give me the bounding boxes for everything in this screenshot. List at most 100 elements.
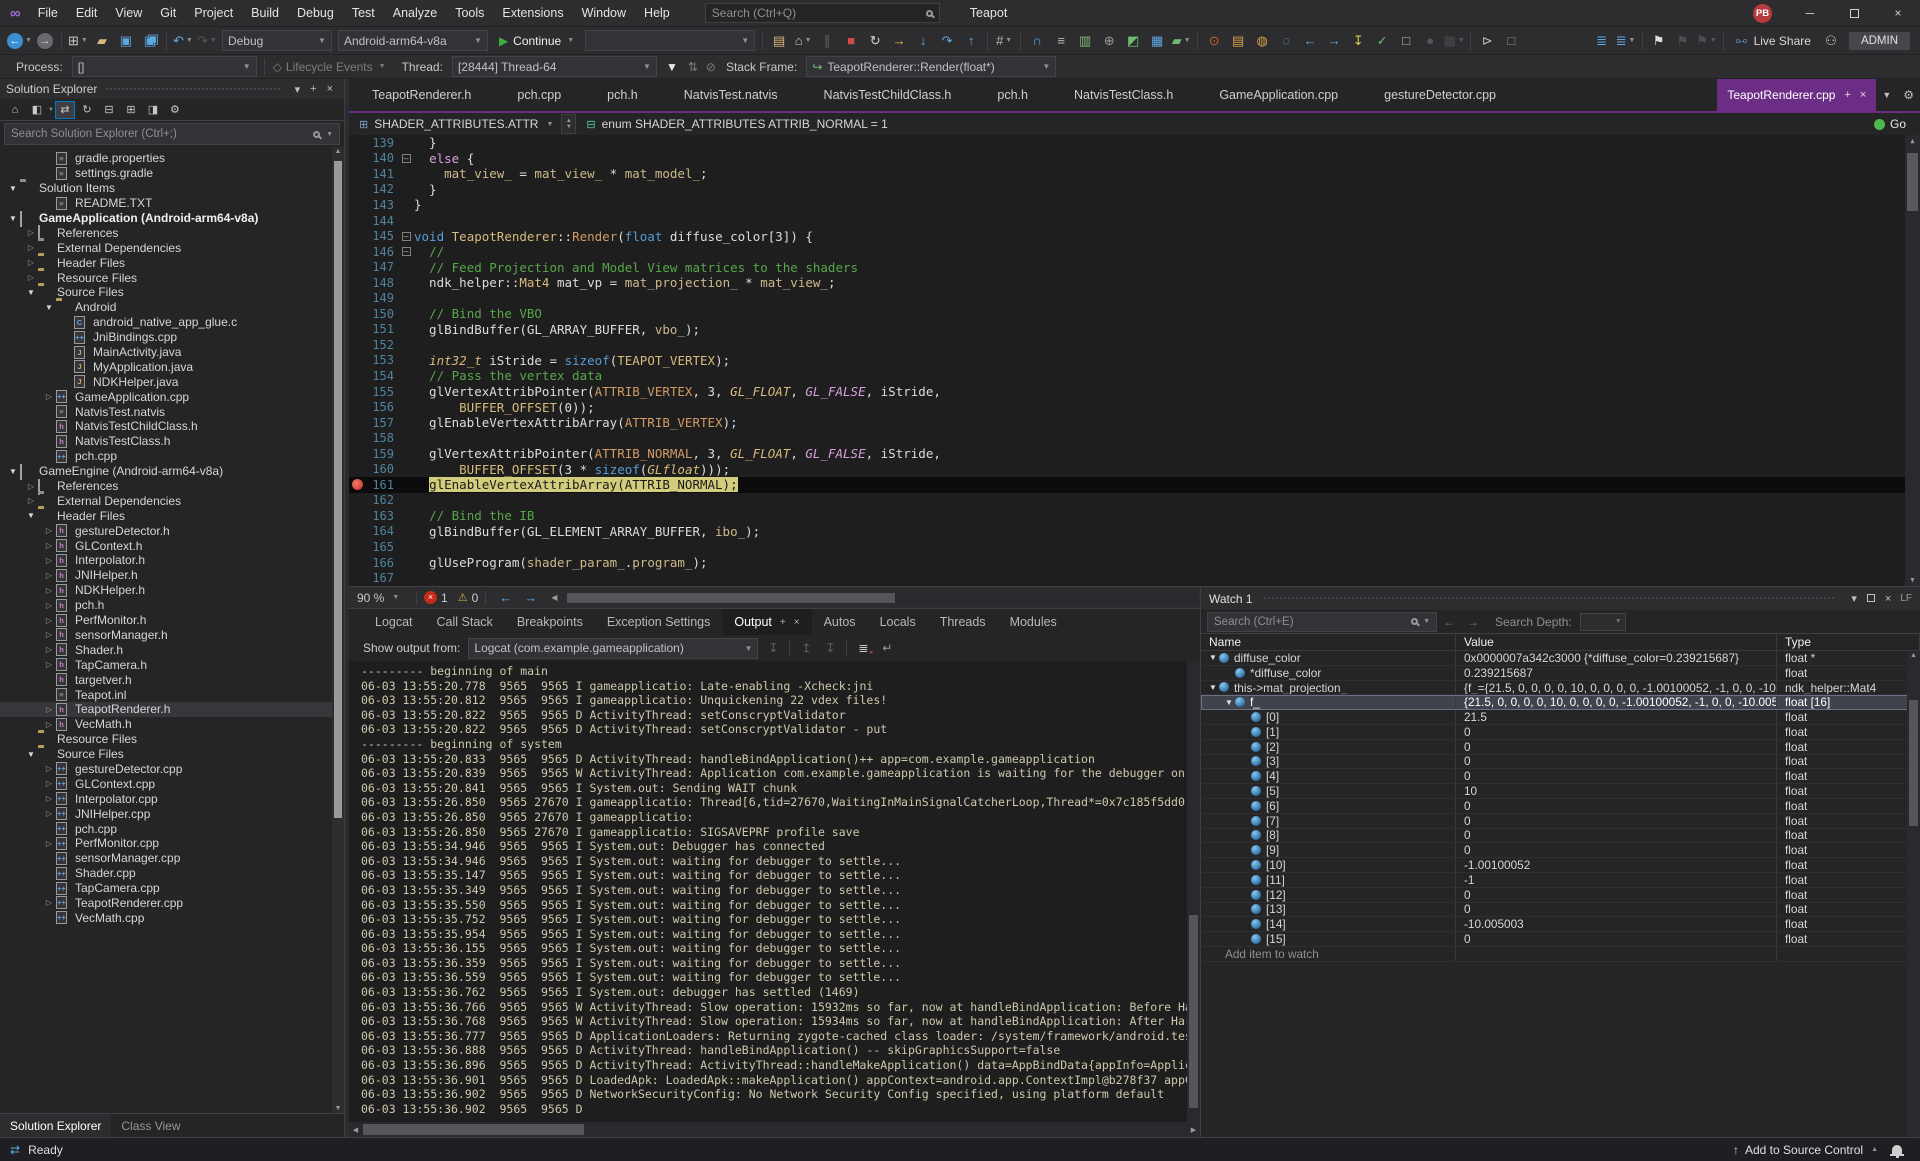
code-line[interactable]: 144	[349, 213, 1920, 229]
code-editor[interactable]: 139 } 140– else {141 mat_view_ = mat_view…	[349, 135, 1920, 586]
account-avatar[interactable]: PB	[1753, 3, 1772, 23]
code-line[interactable]: 166 glUseProgram(shader_param_.program_)…	[349, 555, 1920, 571]
tree-expander-icon[interactable]: ▷	[24, 496, 38, 505]
tree-item[interactable]: ++ JniBindings.cpp	[0, 330, 344, 345]
close-icon[interactable]: ×	[322, 83, 338, 95]
warning-icon[interactable]: ⚠	[458, 591, 468, 604]
solution-platforms-combo[interactable]: Android-arm64-v8a ▼	[337, 30, 488, 51]
tree-item[interactable]: ▷ h NDKHelper.h	[0, 583, 344, 598]
feedback-person-icon[interactable]: ⚇	[1820, 30, 1842, 52]
breakpoint-icon[interactable]	[352, 479, 363, 491]
watch-add-label[interactable]: Add item to watch	[1201, 946, 1456, 961]
tree-item[interactable]: ▷ h pch.h	[0, 598, 344, 613]
menu-build[interactable]: Build	[242, 0, 288, 26]
watch-row[interactable]: [5] 10 float	[1201, 784, 1920, 799]
restart-icon[interactable]: ↻	[864, 30, 886, 52]
tree-item[interactable]: ▷ h TapCamera.h	[0, 657, 344, 672]
refresh-icon[interactable]: ↻	[77, 101, 97, 119]
stop-debugging-icon[interactable]: ■	[840, 30, 862, 52]
code-line[interactable]: 167	[349, 570, 1920, 586]
tree-item[interactable]: Resource Files	[0, 732, 344, 747]
code-line[interactable]: 150 // Bind the VBO	[349, 306, 1920, 322]
goto-message-icon[interactable]: ↧	[762, 638, 784, 658]
tree-item[interactable]: ++ sensorManager.cpp	[0, 851, 344, 866]
close-button[interactable]: ×	[1876, 0, 1920, 26]
fold-margin[interactable]: –	[398, 231, 414, 241]
menu-git[interactable]: Git	[151, 0, 185, 26]
show-next-statement-icon[interactable]: →	[888, 30, 910, 52]
code-line[interactable]: 146– //	[349, 244, 1920, 260]
menu-file[interactable]: File	[29, 0, 67, 26]
tree-expander-icon[interactable]: ▷	[42, 705, 56, 714]
doc-arrow-icon[interactable]: □	[1395, 30, 1417, 52]
active-document-tab[interactable]: TeapotRenderer.cpp + ×	[1717, 79, 1877, 111]
document-tab[interactable]: NatvisTestChildClass.h	[801, 79, 975, 111]
clipboard-icon[interactable]: ▤	[1227, 30, 1249, 52]
code-line[interactable]: 162	[349, 493, 1920, 509]
filter-icon[interactable]: ◧	[27, 101, 47, 119]
output-tab-modules[interactable]: Modules	[998, 609, 1069, 635]
tree-expander-icon[interactable]: ▷	[42, 571, 56, 580]
collapse-region-icon[interactable]: –	[401, 153, 411, 163]
tool-tab-class-view[interactable]: Class View	[111, 1114, 190, 1137]
menu-analyze[interactable]: Analyze	[384, 0, 446, 26]
pin-icon[interactable]: +	[780, 617, 786, 628]
properties-icon[interactable]: ⚙	[165, 101, 185, 119]
code-line[interactable]: 155 glVertexAttribPointer(ATTRIB_VERTEX,…	[349, 384, 1920, 400]
code-line[interactable]: 165	[349, 539, 1920, 555]
undo-icon[interactable]: ↶ ▼	[172, 30, 194, 52]
tree-item[interactable]: ▼ Source Files	[0, 747, 344, 762]
word-wrap-icon[interactable]: ↵	[876, 638, 898, 658]
document-tab[interactable]: TeapotRenderer.h	[349, 79, 494, 111]
search-forward-icon[interactable]: →	[1467, 615, 1479, 629]
code-line[interactable]: 149	[349, 290, 1920, 306]
tree-expander-icon[interactable]: ▼	[6, 467, 20, 476]
menu-debug[interactable]: Debug	[288, 0, 343, 26]
find-in-files-icon[interactable]: ▤	[768, 30, 790, 52]
watch-row[interactable]: [8] 0 float	[1201, 828, 1920, 844]
add-to-source-control[interactable]: Add to Source Control	[1745, 1143, 1863, 1157]
tree-expander-icon[interactable]: ▷	[42, 630, 56, 639]
break-all-icon[interactable]: ∥	[816, 30, 838, 52]
background-tasks-icon[interactable]: ⇄	[10, 1143, 20, 1157]
watch-row[interactable]: [6] 0 float	[1201, 798, 1920, 814]
code-line[interactable]: 159 glVertexAttribPointer(ATTRIB_NORMAL,…	[349, 446, 1920, 462]
output-source-combo[interactable]: Logcat (com.example.gameapplication) ▼	[468, 637, 759, 659]
folder-view-icon[interactable]: ▰ ▼	[1170, 30, 1192, 52]
tree-expander-icon[interactable]: ▷	[42, 764, 56, 773]
menu-window[interactable]: Window	[573, 0, 635, 26]
tree-item[interactable]: Candroid_native_app_glue.c	[0, 315, 344, 330]
navigate-backward-icon[interactable]: ← ▼	[7, 30, 32, 52]
document-tab[interactable]: NatvisTestClass.h	[1051, 79, 1196, 111]
tree-item[interactable]: ▷ External Dependencies	[0, 240, 344, 255]
tree-expander-icon[interactable]: ▷	[42, 779, 56, 788]
watch-row[interactable]: [11] -1 float	[1201, 872, 1920, 888]
suspend-icon[interactable]: ⊘	[706, 60, 716, 74]
tree-item[interactable]: ▷ ++ Interpolator.cpp	[0, 791, 344, 806]
breadcrumb-member[interactable]: enum SHADER_ATTRIBUTES ATTRIB_NORMAL = 1	[602, 117, 888, 131]
menu-test[interactable]: Test	[343, 0, 384, 26]
tree-item[interactable]: ▷ External Dependencies	[0, 493, 344, 508]
extra-tool-icon[interactable]: ▩ ▼	[1443, 30, 1465, 52]
output-tab-autos[interactable]: Autos	[812, 609, 868, 635]
tree-item[interactable]: ++ pch.cpp	[0, 449, 344, 464]
tree-item[interactable]: ≡ Teapot.inl	[0, 687, 344, 702]
menu-view[interactable]: View	[106, 0, 151, 26]
code-line[interactable]: 156 BUFFER_OFFSET(0));	[349, 399, 1920, 415]
code-line[interactable]: 158	[349, 430, 1920, 446]
watch-row[interactable]: ▼ this->mat_projection_ {f_={21.5, 0, 0, 0…	[1201, 680, 1920, 696]
view-code-icon[interactable]: ◨	[143, 101, 163, 119]
tree-item[interactable]: h NatvisTestClass.h	[0, 434, 344, 449]
tree-expander-icon[interactable]: ▷	[42, 616, 56, 625]
tree-expander-icon[interactable]: ▼	[6, 184, 20, 193]
fold-margin[interactable]: –	[398, 153, 414, 163]
row-expander-icon[interactable]: ▼	[1207, 683, 1219, 692]
tree-expander-icon[interactable]: ▷	[42, 645, 56, 654]
sort-ascending-icon[interactable]: ≣	[1591, 30, 1613, 52]
select-pointer-icon[interactable]: ⊳	[1476, 30, 1498, 52]
minimize-button[interactable]: ─	[1788, 0, 1832, 26]
tab-list-dropdown-icon[interactable]: ▼	[1876, 79, 1897, 111]
step-into-icon[interactable]: ↓	[912, 30, 934, 52]
go-button[interactable]: Go	[1873, 117, 1906, 131]
tree-expander-icon[interactable]: ▷	[42, 839, 56, 848]
